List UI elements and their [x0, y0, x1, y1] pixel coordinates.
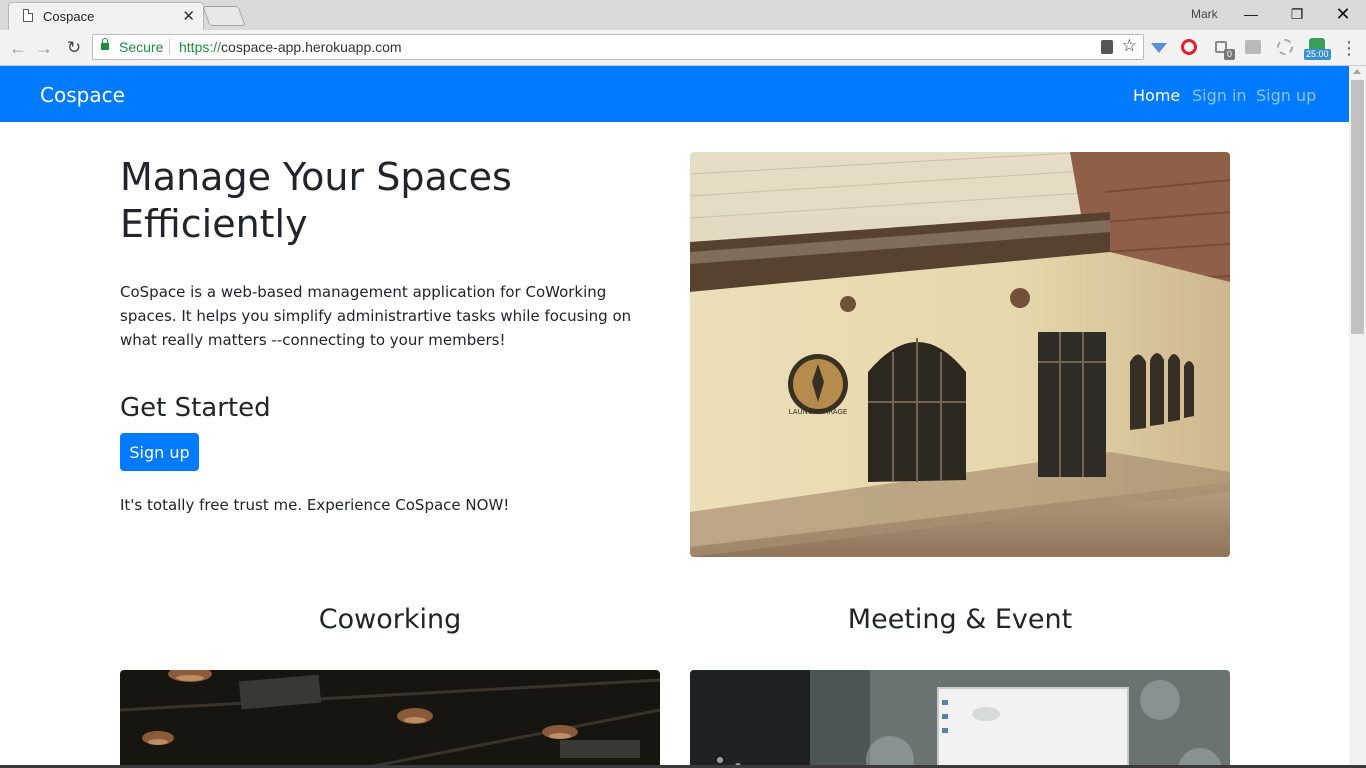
hero-title-line2: Efficiently — [120, 202, 308, 246]
browser-tab-bar: Cospace ✕ Mark — ❐ ✕ — [0, 0, 1366, 30]
url-text[interactable]: https://cospace-app.herokuapp.com — [179, 39, 402, 55]
extension-badge-count: 0 — [1224, 49, 1236, 60]
restore-icon[interactable]: ❐ — [1274, 0, 1320, 28]
close-tab-icon[interactable]: ✕ — [182, 7, 195, 25]
browser-toolbar: ← → ↻ Secure https://cospace-app.herokua… — [0, 30, 1366, 66]
browser-menu-icon[interactable]: ⋮ — [1340, 36, 1358, 60]
page-viewport: Cospace Home Sign in Sign up Manage Your… — [0, 66, 1349, 768]
hero-title: Manage Your Spaces Efficiently — [120, 154, 640, 248]
browser-profile-name[interactable]: Mark — [1191, 7, 1218, 21]
hero-building-image: LAUNCHGARAGE — [690, 152, 1230, 557]
site-navbar: Cospace Home Sign in Sign up — [0, 66, 1349, 122]
nav-signin-link[interactable]: Sign in — [1192, 86, 1247, 105]
lock-icon[interactable] — [101, 38, 109, 50]
opera-extension-icon[interactable] — [1181, 39, 1197, 55]
coworking-image — [120, 670, 660, 768]
section-title-coworking: Coworking — [318, 604, 462, 635]
nav-home-link[interactable]: Home — [1133, 86, 1180, 105]
keyboard-extension-icon[interactable] — [1245, 40, 1261, 54]
new-tab-button[interactable] — [202, 6, 246, 26]
section-title-meeting-event: Meeting & Event — [847, 604, 1073, 635]
page-icon — [23, 9, 33, 22]
hero-title-line1: Manage Your Spaces — [120, 155, 512, 199]
vpn-extension-icon[interactable] — [1150, 39, 1168, 57]
address-bar[interactable]: Secure https://cospace-app.herokuapp.com… — [92, 34, 1144, 60]
signup-button[interactable]: Sign up — [120, 433, 199, 471]
tab-title: Cospace — [43, 9, 95, 24]
page-scrollbar[interactable] — [1349, 66, 1366, 768]
scroll-up-arrow-icon[interactable] — [1353, 69, 1361, 74]
reload-icon[interactable]: ↻ — [62, 36, 86, 60]
brand-logo[interactable]: Cospace — [40, 83, 125, 107]
hero-description: CoSpace is a web-based management applic… — [120, 283, 632, 349]
url-scheme: https:// — [179, 39, 222, 55]
free-text: It's totally free trust me. Experience C… — [120, 496, 510, 514]
url-host: cospace-app.herokuapp.com — [221, 39, 402, 55]
timer-badge: 25:00 — [1304, 49, 1331, 60]
browser-tab[interactable]: Cospace ✕ — [8, 2, 204, 30]
forward-arrow-icon[interactable]: → — [32, 36, 56, 60]
bookmark-star-icon[interactable]: ☆ — [1122, 36, 1137, 56]
react-devtools-icon[interactable] — [1277, 39, 1293, 55]
address-separator — [169, 39, 170, 55]
meeting-room-image — [690, 670, 1230, 768]
minimize-icon[interactable]: — — [1228, 0, 1274, 28]
scrollbar-thumb[interactable] — [1351, 80, 1364, 334]
back-arrow-icon[interactable]: ← — [6, 36, 30, 60]
window-close-icon[interactable]: ✕ — [1320, 0, 1366, 28]
blocked-content-icon[interactable] — [1101, 40, 1113, 54]
secure-label[interactable]: Secure — [119, 39, 163, 55]
get-started-heading: Get Started — [120, 393, 271, 423]
nav-signup-link[interactable]: Sign up — [1256, 86, 1316, 105]
